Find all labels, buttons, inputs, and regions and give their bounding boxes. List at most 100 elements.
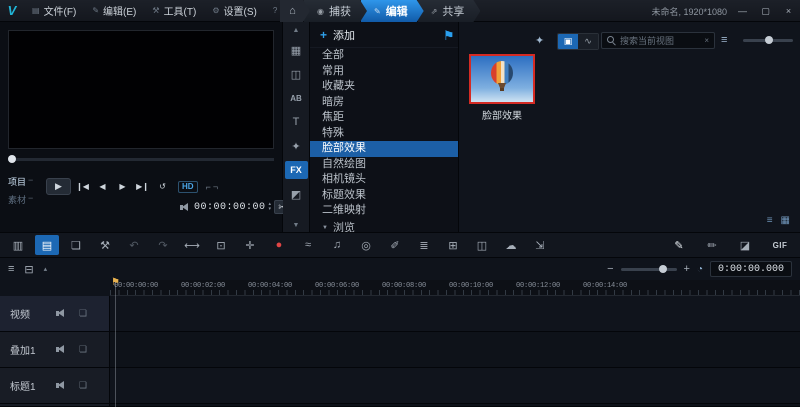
category-item-2d-mapping[interactable]: 二维映射 (310, 203, 458, 219)
project-mode-toggle[interactable]: 项目− (8, 175, 33, 188)
media-library-icon[interactable]: ▦ (283, 39, 310, 61)
transition-library-icon[interactable]: ◫ (283, 63, 310, 85)
track-content-partial[interactable] (110, 404, 800, 406)
scroll-up-icon[interactable]: ▲ (283, 24, 310, 37)
tab-edit[interactable]: ✎编辑 (361, 0, 424, 22)
overlay-library-icon[interactable]: ◩ (283, 183, 310, 205)
split-screen-icon[interactable]: ◫ (470, 235, 494, 255)
redo-icon[interactable]: ↷ (151, 235, 175, 255)
thumbnail-size-slider[interactable] (743, 39, 793, 42)
maximize-button[interactable]: ▢ (758, 6, 773, 17)
minimize-button[interactable]: — (735, 6, 750, 16)
title-library-icon[interactable]: AB (283, 87, 310, 109)
track-header-video[interactable]: 视频 ❏ (0, 296, 110, 331)
zoom-in-icon[interactable]: + (684, 263, 690, 275)
category-item-focus[interactable]: 焦距 (310, 110, 458, 126)
category-item-face-effect[interactable]: 脸部效果 (310, 141, 458, 157)
track-content-video[interactable] (110, 296, 800, 331)
undo-icon[interactable]: ↶ (122, 235, 146, 255)
go-start-button[interactable]: ❙◀ (74, 179, 91, 194)
seek-bar[interactable] (8, 158, 274, 161)
slider-thumb[interactable] (765, 36, 773, 44)
cloud-service-icon[interactable]: ☁ (499, 235, 523, 255)
seek-thumb[interactable] (8, 155, 16, 163)
zoom-out-icon[interactable]: − (607, 263, 613, 275)
category-item-natural-paint[interactable]: 自然绘图 (310, 157, 458, 173)
volume-icon[interactable] (180, 203, 191, 212)
clear-search-icon[interactable]: × (704, 36, 709, 45)
search-input[interactable] (620, 36, 700, 46)
motion-tracking-icon[interactable]: ◎ (354, 235, 378, 255)
track-header-title1[interactable]: 标题1 ❏ (0, 368, 110, 403)
list-view-icon[interactable]: ≡ (767, 215, 773, 226)
category-item-title-effect[interactable]: 标题效果 (310, 188, 458, 204)
pin-icon[interactable]: ⚑ (443, 28, 455, 44)
category-item-darkroom[interactable]: 暗房 (310, 95, 458, 111)
multicam-editor-icon[interactable]: ⊞ (441, 235, 465, 255)
hd-preview-badge[interactable]: HD (178, 181, 198, 193)
scroll-down-icon[interactable]: ▼ (283, 219, 310, 232)
spinner-down-icon[interactable]: ▾ (269, 207, 272, 212)
track-options-icon[interactable]: ❏ (79, 380, 87, 391)
mark-in-icon[interactable]: ⌐ (206, 182, 211, 192)
fit-project-icon[interactable]: ⟷ (180, 235, 204, 255)
track-content-title1[interactable] (110, 368, 800, 403)
category-item-camera-lens[interactable]: 相机镜头 (310, 172, 458, 188)
tab-capture[interactable]: ◉捕获 (304, 0, 367, 22)
gallery-item-face-effect[interactable]: 脸部效果 (467, 54, 537, 122)
copy-icon[interactable]: ❏ (64, 235, 88, 255)
category-item-favorites[interactable]: 收藏夹 (310, 79, 458, 95)
storyboard-view-icon[interactable]: ▥ (6, 235, 30, 255)
smart-effect-icon[interactable]: ✦ (535, 34, 544, 47)
timeline-ruler[interactable]: 00:00:00:00 00:00:02:00 00:00:04:00 00:0… (110, 280, 800, 296)
track-options-icon[interactable]: ❏ (79, 308, 87, 319)
zoom-slider-thumb[interactable] (659, 265, 667, 273)
show-video-toggle[interactable]: ▣ (558, 34, 578, 49)
timecode-spinner[interactable]: ▴▾ (269, 202, 272, 212)
track-options-icon[interactable]: ❏ (79, 344, 87, 355)
chapter-flag-icon[interactable]: ⚑ (111, 277, 120, 288)
sort-icon[interactable]: ≡ (721, 34, 727, 46)
timeline-zoom-slider[interactable] (621, 268, 677, 271)
clock-icon[interactable]: ◔ (697, 264, 703, 275)
track-mute-icon[interactable] (56, 345, 67, 354)
timeline-view-icon[interactable]: ▤ (35, 235, 59, 255)
record-capture-icon[interactable]: ● (267, 235, 291, 255)
resize-icon[interactable]: ⇲ (528, 235, 552, 255)
sound-mixer-icon[interactable]: ≈ (296, 235, 320, 255)
track-header-partial[interactable] (0, 404, 110, 406)
subtitle-editor-icon[interactable]: ≣ (412, 235, 436, 255)
mark-out-icon[interactable]: ¬ (213, 182, 218, 192)
category-item-all[interactable]: 全部 (310, 48, 458, 64)
category-item-special[interactable]: 特殊 (310, 126, 458, 142)
loop-button[interactable]: ↺ (154, 179, 171, 194)
show-audio-toggle[interactable]: ∿ (578, 34, 598, 49)
clip-mode-toggle[interactable]: 素材− (8, 193, 33, 206)
collapse-tracks-icon[interactable]: ▴ (44, 265, 48, 273)
pan-zoom-icon[interactable]: ✛ (238, 235, 262, 255)
edit-pencil-icon[interactable]: ✎ (667, 235, 691, 255)
tab-share[interactable]: ⇗共享 (418, 0, 481, 22)
subtitle-library-icon[interactable]: T (283, 111, 310, 133)
previous-frame-button[interactable]: ◀ (94, 179, 111, 194)
filter-library-icon[interactable]: FX (285, 161, 308, 179)
play-button[interactable]: ▶ (46, 178, 71, 195)
next-frame-button[interactable]: ▶ (114, 179, 131, 194)
crop-icon[interactable]: ⊡ (209, 235, 233, 255)
track-mute-icon[interactable] (56, 309, 67, 318)
menu-tools[interactable]: ⚒工具(T) (144, 0, 204, 21)
category-item-common[interactable]: 常用 (310, 64, 458, 80)
close-button[interactable]: × (781, 6, 796, 16)
auto-music-icon[interactable]: ♫ (325, 235, 349, 255)
track-mute-icon[interactable] (56, 381, 67, 390)
tools-icon[interactable]: ⚒ (93, 235, 117, 255)
add-track-icon[interactable]: ⊟ (24, 263, 33, 276)
go-end-button[interactable]: ▶❙ (134, 179, 151, 194)
pen-tool-icon[interactable]: ✏ (700, 235, 724, 255)
menu-settings[interactable]: ⚙设置(S) (204, 0, 265, 21)
menu-edit[interactable]: ✎编辑(E) (84, 0, 144, 21)
grid-view-icon[interactable]: ▦ (781, 215, 790, 226)
painting-creator-icon[interactable]: ✐ (383, 235, 407, 255)
track-header-overlay1[interactable]: 叠加1 ❏ (0, 332, 110, 367)
graphic-library-icon[interactable]: ✦ (283, 135, 310, 157)
